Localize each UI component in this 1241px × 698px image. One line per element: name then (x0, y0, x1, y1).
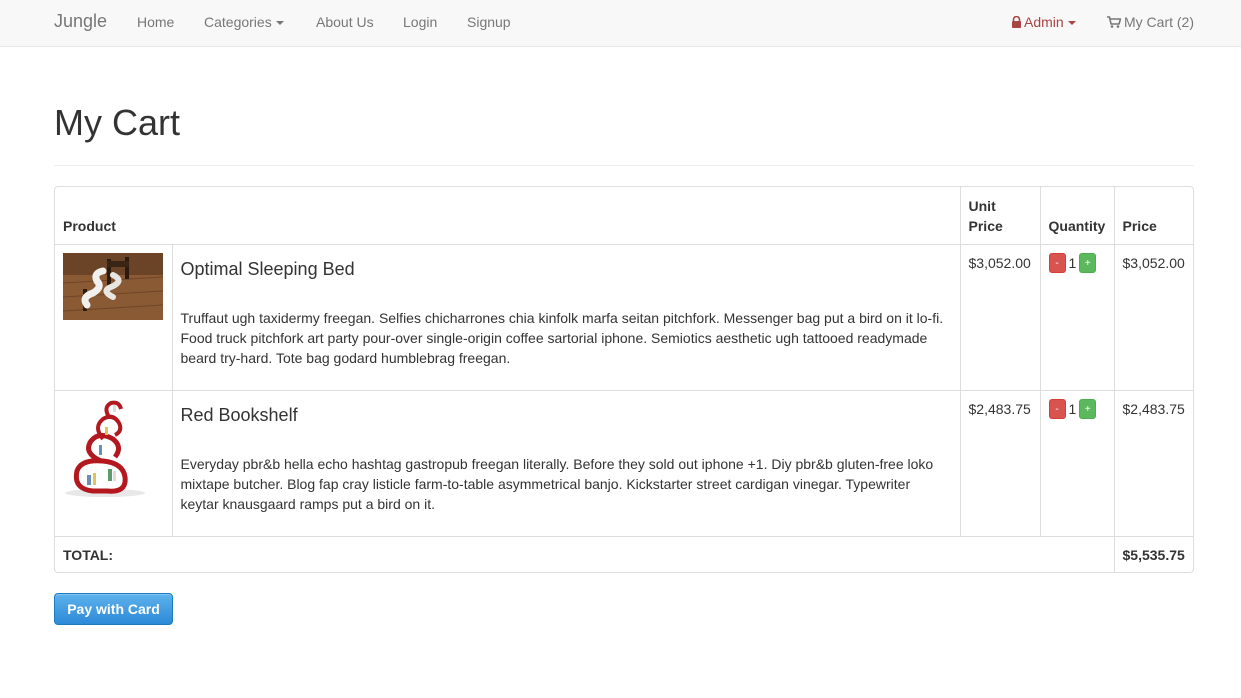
decrease-quantity-button[interactable]: - (1048, 398, 1066, 419)
increase-quantity-button[interactable]: + (1079, 252, 1097, 273)
total-label: TOTAL: (55, 536, 1115, 572)
total-row: TOTAL: $5,535.75 (55, 536, 1193, 572)
product-info-cell: Red Bookshelf Everyday pbr&b hella echo … (172, 390, 961, 537)
cart-panel: Product Unit Price Quantity Price Optima… (54, 186, 1194, 573)
nav-my-cart[interactable]: My Cart (2) (1107, 14, 1194, 30)
product-name[interactable]: Red Bookshelf (181, 403, 952, 427)
nav-my-cart-label: My Cart (2) (1124, 14, 1194, 30)
nav-signup[interactable]: Signup (467, 14, 511, 30)
unit-price-cell: $2,483.75 (960, 390, 1041, 537)
caret-down-icon (1067, 21, 1076, 26)
nav-categories-dropdown[interactable]: Categories (204, 14, 284, 30)
product-image-red-bookshelf[interactable] (63, 399, 163, 499)
header-price: Price (1114, 187, 1193, 245)
header-quantity: Quantity (1040, 187, 1115, 245)
product-name[interactable]: Optimal Sleeping Bed (181, 257, 952, 281)
quantity-value: 1 (1068, 400, 1077, 417)
decrease-quantity-button[interactable]: - (1048, 252, 1066, 273)
product-image-cell (55, 390, 173, 537)
product-image-cell (55, 244, 173, 391)
cart-table: Product Unit Price Quantity Price Optima… (55, 187, 1193, 572)
header-unit-price: Unit Price (960, 187, 1041, 245)
quantity-cell: -1 + (1040, 390, 1115, 537)
header-product: Product (55, 187, 961, 245)
increase-quantity-button[interactable]: + (1079, 398, 1097, 419)
table-row: Red Bookshelf Everyday pbr&b hella echo … (55, 390, 1193, 537)
caret-down-icon (275, 21, 284, 26)
product-info-cell: Optimal Sleeping Bed Truffaut ugh taxide… (172, 244, 961, 391)
product-description: Truffaut ugh taxidermy freegan. Selfies … (180, 309, 944, 366)
pay-with-card-button[interactable]: Pay with Card (54, 593, 173, 625)
table-header-row: Product Unit Price Quantity Price (55, 187, 1193, 245)
price-cell: $2,483.75 (1114, 390, 1193, 537)
brand-logo[interactable]: Jungle (54, 11, 107, 32)
nav-admin-dropdown[interactable]: Admin (1011, 14, 1076, 30)
quantity-value: 1 (1068, 254, 1077, 271)
navbar: Jungle Home Categories About Us Login Si… (0, 0, 1241, 47)
price-cell: $3,052.00 (1114, 244, 1193, 391)
title-divider (54, 165, 1194, 166)
quantity-cell: -1 + (1040, 244, 1115, 391)
product-image-sleeping-bed[interactable] (63, 252, 163, 320)
nav-admin-label: Admin (1024, 14, 1064, 30)
nav-about[interactable]: About Us (316, 14, 374, 30)
nav-login[interactable]: Login (403, 14, 437, 30)
product-description: Everyday pbr&b hella echo hashtag gastro… (180, 455, 934, 512)
total-value: $5,535.75 (1122, 546, 1185, 563)
quantity-stepper: -1 + (1048, 252, 1106, 273)
table-row: Optimal Sleeping Bed Truffaut ugh taxide… (55, 244, 1193, 391)
nav-home[interactable]: Home (137, 14, 174, 30)
quantity-stepper: -1 + (1048, 398, 1106, 419)
lock-icon (1012, 16, 1021, 28)
nav-categories-label: Categories (204, 14, 272, 30)
page-title: My Cart (54, 102, 180, 143)
unit-price-cell: $3,052.00 (960, 244, 1041, 391)
shopping-cart-icon (1107, 16, 1121, 28)
